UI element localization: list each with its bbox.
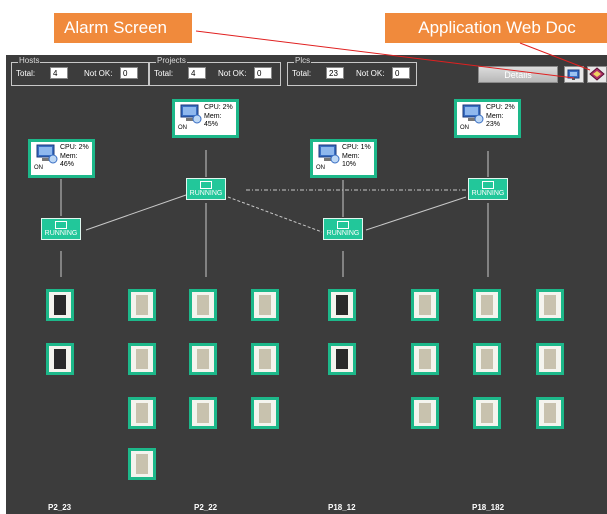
callout-arrows xyxy=(195,30,591,79)
